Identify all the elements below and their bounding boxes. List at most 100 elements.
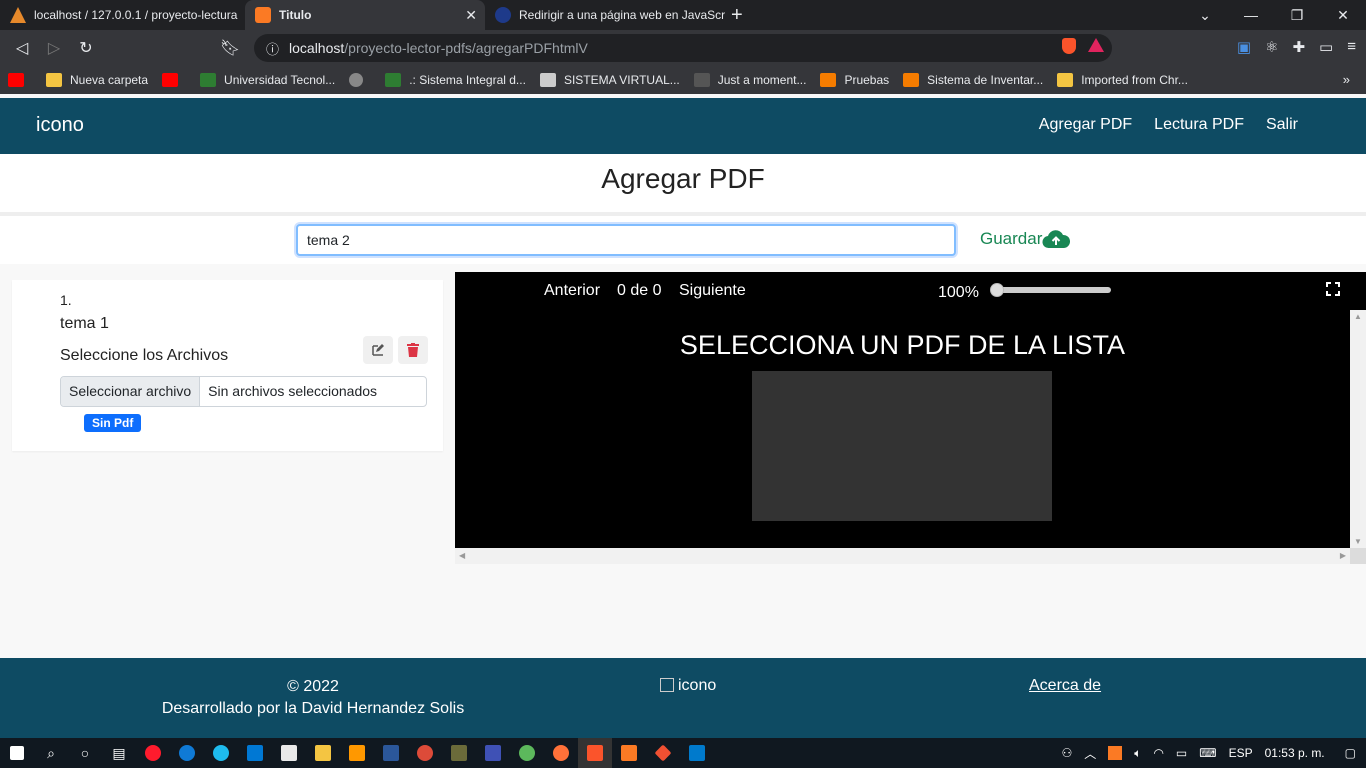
item-name: tema 1 <box>60 315 109 332</box>
scroll-down-icon[interactable]: ▼ <box>1354 537 1362 546</box>
task-view-icon[interactable]: ▤ <box>102 738 136 768</box>
battery-icon[interactable]: ▭ <box>1176 746 1187 760</box>
extensions-puzzle-icon[interactable]: ✚ <box>1292 38 1305 56</box>
nav-link-salir[interactable]: Salir <box>1266 116 1298 134</box>
fullscreen-icon[interactable] <box>1326 282 1340 296</box>
bookmark-item[interactable] <box>162 73 186 87</box>
zoom-slider[interactable] <box>990 283 1111 297</box>
vscode-icon[interactable] <box>680 738 714 768</box>
save-button[interactable]: Guardar <box>980 229 1071 249</box>
chevron-up-icon[interactable]: ︿ <box>1084 745 1096 762</box>
brave-shield-icon[interactable] <box>1062 38 1076 54</box>
nav-link-agregar-pdf[interactable]: Agregar PDF <box>1039 116 1132 134</box>
internet-explorer-icon[interactable] <box>204 738 238 768</box>
prev-page-button[interactable]: Anterior <box>544 282 600 300</box>
next-page-button[interactable]: Siguiente <box>679 282 746 300</box>
bookmark-item[interactable]: Just a moment... <box>693 73 806 87</box>
folder-icon <box>1057 73 1074 87</box>
save-label: Guardar <box>980 229 1043 248</box>
wifi-icon[interactable]: ◠ <box>1153 746 1163 760</box>
keyboard-icon[interactable]: ⌨ <box>1199 746 1216 760</box>
file-status: Sin archivos seleccionados <box>208 383 378 399</box>
people-icon[interactable]: ⚇ <box>1061 746 1072 760</box>
pdf-canvas <box>752 371 1052 521</box>
volume-icon[interactable]: 🔈︎ <box>1134 746 1141 761</box>
start-icon[interactable] <box>0 738 34 768</box>
file-explorer-icon[interactable] <box>306 738 340 768</box>
bookmark-item[interactable]: Sistema de Inventar... <box>903 73 1043 87</box>
close-window-icon[interactable]: ✕ <box>1320 7 1366 24</box>
back-icon[interactable]: ◁ <box>6 38 38 58</box>
react-devtools-icon[interactable]: ⚛ <box>1265 38 1278 56</box>
system-tray: ⚇ ︿ 🔈︎ ◠ ▭ ⌨ ESP 01:53 p. m. ▢ <box>1061 738 1366 768</box>
nav-link-lectura-pdf[interactable]: Lectura PDF <box>1154 116 1244 134</box>
bookmark-item[interactable]: .: Sistema Integral d... <box>385 73 526 87</box>
translate-icon[interactable]: ▣ <box>1237 38 1251 56</box>
mail-icon[interactable] <box>238 738 272 768</box>
sublime-icon[interactable] <box>340 738 374 768</box>
app-icon[interactable] <box>442 738 476 768</box>
file-input[interactable]: Seleccionar archivo Sin archivos selecci… <box>60 376 427 407</box>
language-indicator[interactable]: ESP <box>1229 746 1253 760</box>
xampp-tray-icon[interactable] <box>1108 746 1123 760</box>
footer: © 2022 Desarrollado por la David Hernand… <box>0 658 1366 738</box>
opera-icon[interactable] <box>136 738 170 768</box>
address-bar[interactable]: ⓘ localhost /proyecto-lector-pdfs/agrega… <box>254 34 1112 62</box>
app-icon[interactable] <box>476 738 510 768</box>
more-bookmarks-icon[interactable]: » <box>1343 72 1350 87</box>
bookmark-label: Nueva carpeta <box>70 73 149 87</box>
topic-input[interactable]: tema 2 <box>296 224 956 256</box>
info-icon[interactable]: ⓘ <box>266 39 279 58</box>
bookmark-item[interactable]: Imported from Chr... <box>1057 73 1188 87</box>
wallet-icon[interactable]: ▭ <box>1319 38 1333 56</box>
firefox-icon[interactable] <box>544 738 578 768</box>
clock[interactable]: 01:53 p. m. <box>1265 746 1325 760</box>
close-tab-icon[interactable]: ✕ <box>465 7 477 24</box>
scroll-right-icon[interactable]: ▶ <box>1340 551 1346 560</box>
git-icon[interactable] <box>646 738 680 768</box>
bookmark-item[interactable]: Universidad Tecnol... <box>200 73 335 87</box>
trash-icon <box>407 343 419 357</box>
browser-tab-active[interactable]: Titulo ✕ <box>245 0 485 30</box>
scroll-left-icon[interactable]: ◀ <box>459 551 465 560</box>
minimize-icon[interactable]: — <box>1228 7 1274 23</box>
notifications-icon[interactable]: ▢ <box>1345 746 1356 760</box>
search-icon[interactable]: ⌕ <box>34 738 68 768</box>
new-tab-icon[interactable]: + <box>731 4 743 27</box>
bookmark-item[interactable]: Nueva carpeta <box>46 73 148 87</box>
cortana-icon[interactable]: ○ <box>68 738 102 768</box>
bookmark-item[interactable]: Pruebas <box>820 73 889 87</box>
slider-handle[interactable] <box>990 283 1004 297</box>
menu-icon[interactable]: ≡ <box>1347 38 1356 56</box>
bookmark-item[interactable] <box>349 73 371 87</box>
bookmark-icon[interactable]: 🔖︎ <box>214 38 246 58</box>
bookmarks-bar: Nueva carpeta Universidad Tecnol... .: S… <box>0 66 1366 94</box>
word-icon[interactable] <box>374 738 408 768</box>
files-label: Seleccione los Archivos <box>60 347 229 364</box>
browser-tab-js[interactable]: Redirigir a una página web en JavaScri <box>485 0 725 30</box>
vertical-scrollbar[interactable]: ▲ ▼ <box>1350 310 1366 548</box>
edit-icon <box>372 344 384 356</box>
utorrent-icon[interactable] <box>510 738 544 768</box>
store-icon[interactable] <box>272 738 306 768</box>
horizontal-scrollbar[interactable]: ◀ ▶ <box>455 548 1350 564</box>
xampp-icon[interactable] <box>612 738 646 768</box>
brave-rewards-icon[interactable] <box>1088 38 1104 52</box>
restore-icon[interactable]: ❐ <box>1274 7 1320 24</box>
choose-file-button[interactable]: Seleccionar archivo <box>61 377 201 406</box>
tab-search-icon[interactable]: ⌄ <box>1182 7 1228 24</box>
brand-logo[interactable]: icono <box>36 114 84 137</box>
edge-icon[interactable] <box>170 738 204 768</box>
about-link[interactable]: Acerca de <box>1029 677 1101 695</box>
forward-icon[interactable]: ▷ <box>38 38 70 58</box>
scroll-up-icon[interactable]: ▲ <box>1354 312 1362 321</box>
brave-icon[interactable] <box>578 738 612 768</box>
bookmark-item[interactable] <box>8 73 32 87</box>
nav-links: Agregar PDF Lectura PDF Salir <box>1039 116 1298 134</box>
delete-button[interactable] <box>398 336 428 364</box>
browser-tab-phpmyadmin[interactable]: localhost / 127.0.0.1 / proyecto-lectura <box>0 0 245 30</box>
bookmark-item[interactable]: SISTEMA VIRTUAL... <box>539 73 680 87</box>
edit-button[interactable] <box>363 336 393 364</box>
reload-icon[interactable]: ↻ <box>70 38 102 58</box>
chrome-icon[interactable] <box>408 738 442 768</box>
